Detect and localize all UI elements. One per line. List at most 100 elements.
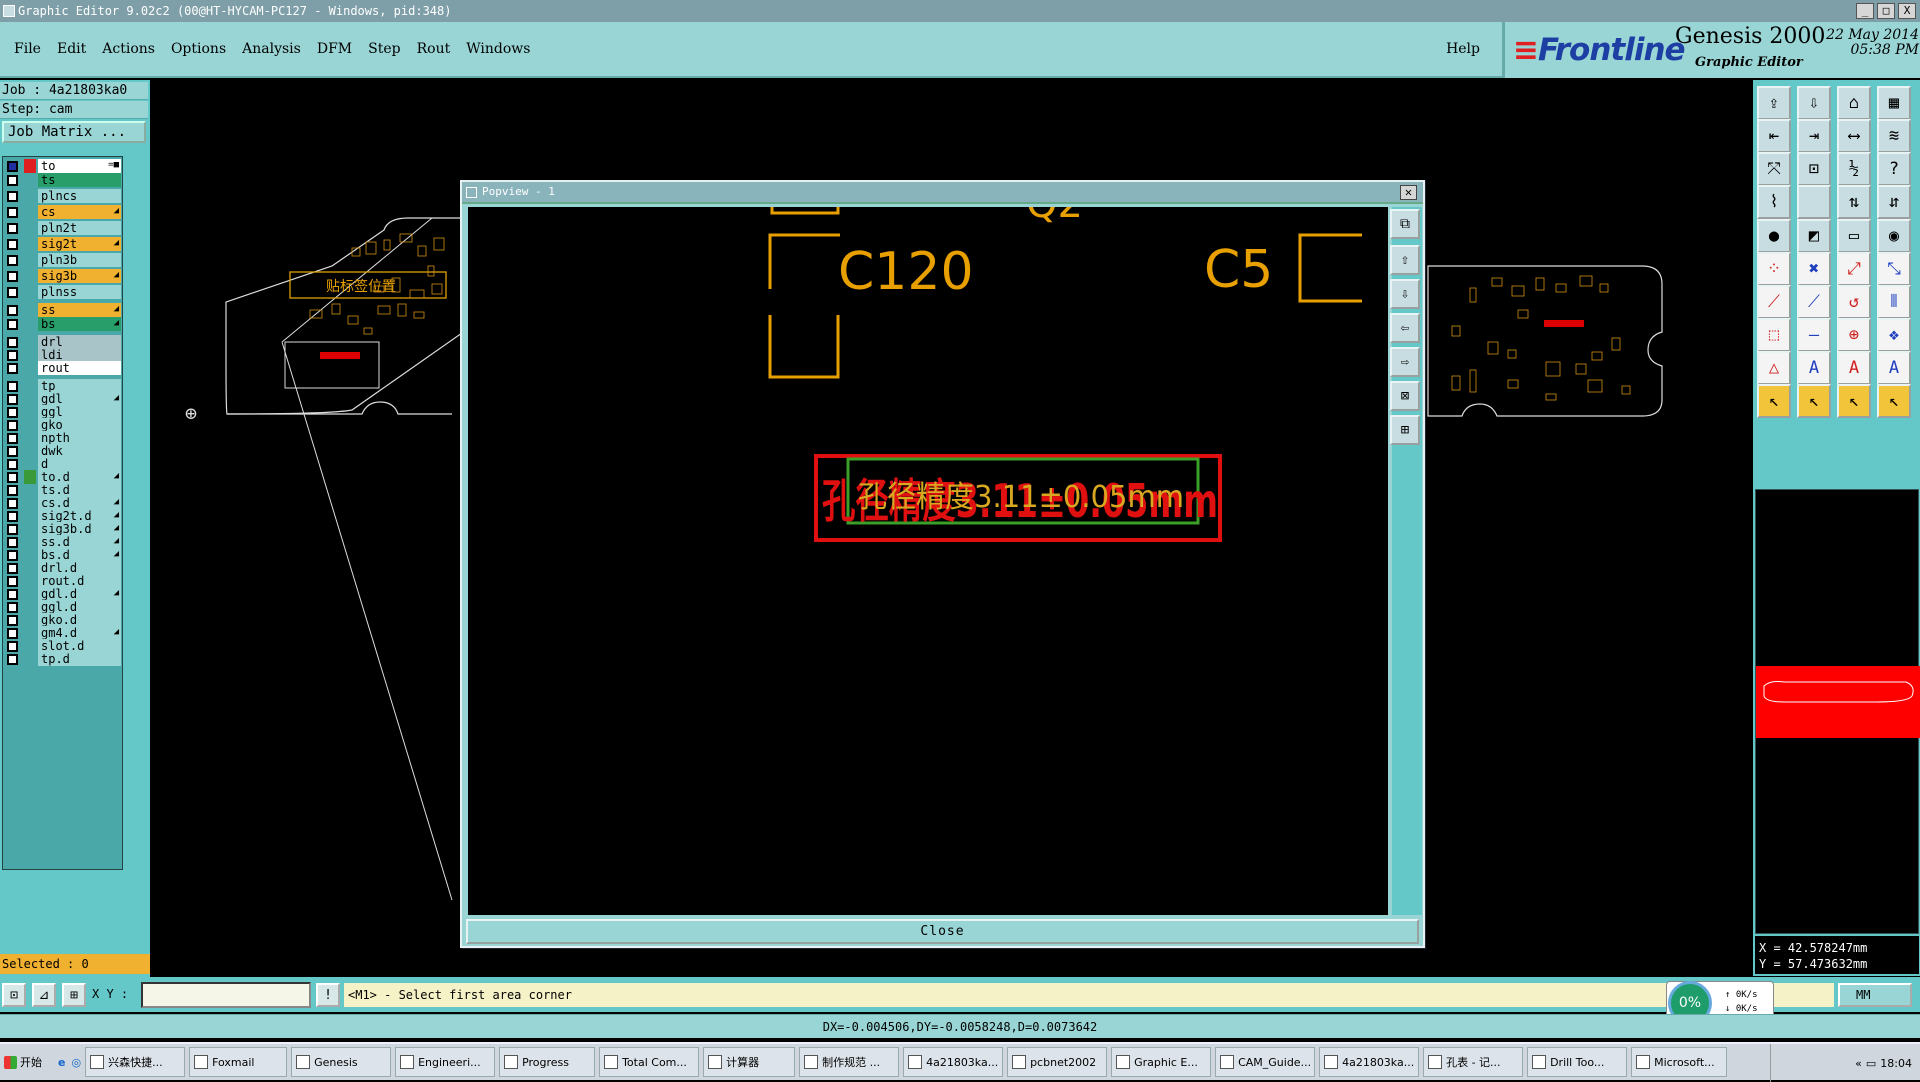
layer-checkbox[interactable] — [7, 576, 18, 587]
layer-name[interactable]: plnss — [38, 285, 121, 299]
layer-name[interactable]: pln2t — [38, 221, 121, 235]
minus-icon[interactable]: — — [1797, 318, 1831, 352]
layer-checkbox[interactable] — [7, 589, 18, 600]
layer-row[interactable]: npth — [4, 431, 123, 445]
select-poly-icon[interactable]: ↖ — [1877, 384, 1911, 418]
record-icon[interactable]: ◉ — [1877, 219, 1911, 253]
layer-row[interactable]: drl.d — [4, 561, 123, 575]
taskbar-item[interactable]: Drill Too... — [1527, 1047, 1628, 1077]
layer-row[interactable]: bs.d ◢ — [4, 548, 123, 562]
layer-name[interactable]: sig3b — [38, 269, 121, 283]
taskbar-item[interactable]: Graphic E... — [1111, 1047, 1212, 1077]
select-net-icon[interactable]: ↖ — [1837, 384, 1871, 418]
layer-row[interactable]: rout — [4, 361, 123, 375]
draw-line-icon[interactable]: ⟋ — [1757, 285, 1791, 319]
units-selector[interactable]: MM — [1838, 983, 1912, 1007]
taskbar-item[interactable]: 4a21803ka... — [903, 1047, 1004, 1077]
layer-name[interactable]: gdl.d — [38, 587, 121, 601]
layer-row[interactable]: tp — [4, 379, 123, 393]
layer-name[interactable]: rout.d — [38, 574, 121, 588]
layer-checkbox[interactable] — [7, 615, 18, 626]
layer-name[interactable]: gko — [38, 418, 121, 432]
menu-file[interactable]: File — [14, 41, 41, 57]
arc-icon[interactable]: ↺ — [1837, 285, 1871, 319]
layer-checkbox[interactable] — [7, 287, 18, 298]
layer-name[interactable]: d — [38, 457, 121, 471]
layer-checkbox[interactable] — [7, 239, 18, 250]
maximize-button[interactable]: □ — [1877, 3, 1895, 19]
layer-checkbox[interactable] — [7, 350, 18, 361]
text-c-icon[interactable]: A — [1877, 351, 1911, 385]
group-icon[interactable]: ❖ — [1877, 318, 1911, 352]
layer-row[interactable]: ldi — [4, 348, 123, 362]
scale-icon[interactable]: ½ — [1837, 152, 1871, 186]
layer-row[interactable]: gko.d — [4, 613, 123, 627]
layer-name[interactable]: tp — [38, 379, 121, 393]
ruler-icon[interactable]: ▭ — [1837, 219, 1871, 253]
text-b-icon[interactable]: A — [1837, 351, 1871, 385]
layer-row[interactable]: sig3b ◢ — [4, 269, 123, 283]
layer-name[interactable]: tp.d — [38, 652, 121, 666]
layer-row[interactable]: gdl.d ◢ — [4, 587, 123, 601]
layer-name[interactable]: gko.d — [38, 613, 121, 627]
open-icon[interactable]: ⇪ — [1757, 86, 1791, 120]
layer-checkbox[interactable] — [7, 446, 18, 457]
layer-row[interactable]: pln2t — [4, 221, 123, 235]
layer-checkbox[interactable] — [7, 524, 18, 535]
close-window-button[interactable]: X — [1898, 3, 1916, 19]
layer-checkbox[interactable] — [7, 363, 18, 374]
layer-row[interactable]: dwk — [4, 444, 123, 458]
blank-icon[interactable] — [1797, 185, 1831, 219]
layer-checkbox[interactable] — [7, 563, 18, 574]
layer-row[interactable]: to =■ — [4, 159, 123, 173]
layer-row[interactable]: ss.d ◢ — [4, 535, 123, 549]
layer-checkbox[interactable] — [7, 271, 18, 282]
taskbar-item[interactable]: 制作规范 ... — [799, 1047, 900, 1077]
layer-name[interactable]: ss — [38, 303, 121, 317]
job-matrix-button[interactable]: Job Matrix ... — [2, 121, 146, 143]
taskbar-item[interactable]: CAM_Guide... — [1215, 1047, 1316, 1077]
layer-name[interactable]: drl.d — [38, 561, 121, 575]
layer-row[interactable]: to.d ◢ — [4, 470, 123, 484]
taskbar-item[interactable]: 孔表 - 记... — [1423, 1047, 1524, 1077]
layer-checkbox[interactable] — [7, 459, 18, 470]
layer-name[interactable]: ggl — [38, 405, 121, 419]
taskbar-item[interactable]: Progress — [499, 1047, 596, 1077]
popview-close-button[interactable]: Close — [466, 919, 1419, 944]
popview-close-icon[interactable]: ✕ — [1400, 185, 1417, 200]
layer-name[interactable]: npth — [38, 431, 121, 445]
layer-row[interactable]: pln3b — [4, 253, 123, 267]
taskbar-item[interactable]: Foxmail — [189, 1047, 288, 1077]
layer-down-icon[interactable]: ⇵ — [1877, 185, 1911, 219]
taskbar-item[interactable]: Microsoft... — [1631, 1047, 1728, 1077]
layer-checkbox[interactable] — [7, 381, 18, 392]
layer-checkbox[interactable] — [7, 175, 18, 186]
taskbar-item[interactable]: Total Com... — [599, 1047, 700, 1077]
copy-icon[interactable]: ⤡ — [1877, 252, 1911, 286]
layer-checkbox[interactable] — [7, 511, 18, 522]
menu-windows[interactable]: Windows — [466, 41, 530, 57]
layer-name[interactable]: drl — [38, 335, 121, 349]
step-in-icon[interactable]: ⇤ — [1757, 119, 1791, 153]
layer-checkbox[interactable] — [7, 305, 18, 316]
layer-checkbox[interactable] — [7, 394, 18, 405]
layer-name[interactable]: dwk — [38, 444, 121, 458]
layer-checkbox[interactable] — [7, 498, 18, 509]
menu-analysis[interactable]: Analysis — [242, 41, 301, 57]
layer-checkbox[interactable] — [7, 654, 18, 665]
layer-name[interactable]: slot.d — [38, 639, 121, 653]
layer-checkbox[interactable] — [7, 472, 18, 483]
pad-icon[interactable]: ● — [1757, 219, 1791, 253]
layer-row[interactable]: ss ◢ — [4, 303, 123, 317]
cross-icon[interactable]: ✖ — [1797, 252, 1831, 286]
tray-arrows-icon[interactable]: « — [1855, 1057, 1862, 1070]
layer-row[interactable]: rout.d — [4, 574, 123, 588]
layer-name[interactable]: to.d — [38, 470, 121, 484]
layer-checkbox[interactable] — [7, 255, 18, 266]
snap-icon[interactable]: ⊡ — [2, 983, 26, 1007]
layer-row[interactable]: slot.d — [4, 639, 123, 653]
pv-down-icon[interactable]: ⇩ — [1390, 279, 1420, 309]
pv-zoom-out-icon[interactable]: ⊞ — [1390, 415, 1420, 445]
help-icon[interactable]: ? — [1877, 152, 1911, 186]
layer-checkbox[interactable] — [7, 485, 18, 496]
